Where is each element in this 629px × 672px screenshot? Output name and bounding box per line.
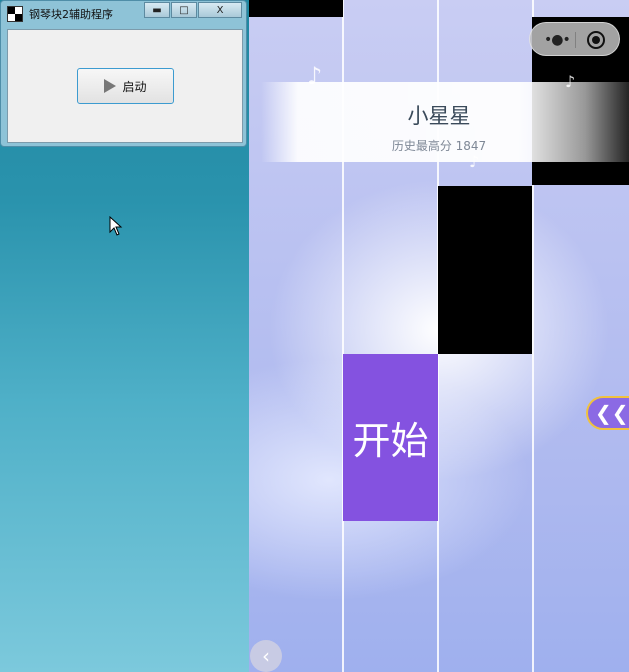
start-tile[interactable]: 开始 xyxy=(343,354,438,521)
song-banner: 小星星 历史最高分 1847 xyxy=(261,82,629,162)
side-drawer-tab[interactable]: ❮❮ xyxy=(586,396,629,430)
more-icon[interactable]: •●• xyxy=(544,32,571,48)
close-target-icon[interactable] xyxy=(587,31,605,49)
helper-window: 钢琴块2辅助程序 ▬ □ X 启动 xyxy=(0,0,247,147)
piano-tile[interactable] xyxy=(249,0,343,17)
mouse-cursor-icon xyxy=(109,216,123,236)
app-icon xyxy=(7,6,23,22)
music-note-icon: ♪ xyxy=(565,72,576,91)
piano-tile[interactable] xyxy=(438,186,532,354)
play-icon xyxy=(104,79,117,93)
start-button[interactable]: 启动 xyxy=(77,68,174,104)
game-area[interactable]: 小星星 历史最高分 1847 ♪ ♪ ♪ 开始 •●• ❮❮ ‹ xyxy=(249,0,629,672)
maximize-button[interactable]: □ xyxy=(171,2,197,18)
minimize-button[interactable]: ▬ xyxy=(144,2,170,18)
high-score: 历史最高分 1847 xyxy=(391,139,487,153)
music-note-icon: ♪ xyxy=(307,62,323,90)
music-note-icon: ♪ xyxy=(469,152,480,171)
close-button[interactable]: X xyxy=(198,2,242,18)
window-client-area: 启动 xyxy=(7,29,243,143)
window-titlebar[interactable]: 钢琴块2辅助程序 ▬ □ X xyxy=(1,1,246,25)
song-title: 小星星 xyxy=(407,104,471,128)
chevron-left-icon[interactable]: ‹ xyxy=(250,640,282,672)
capsule-divider xyxy=(575,32,576,48)
window-title: 钢琴块2辅助程序 xyxy=(29,8,113,21)
start-button-label: 启动 xyxy=(122,79,147,94)
mini-program-capsule: •●• xyxy=(529,22,620,56)
